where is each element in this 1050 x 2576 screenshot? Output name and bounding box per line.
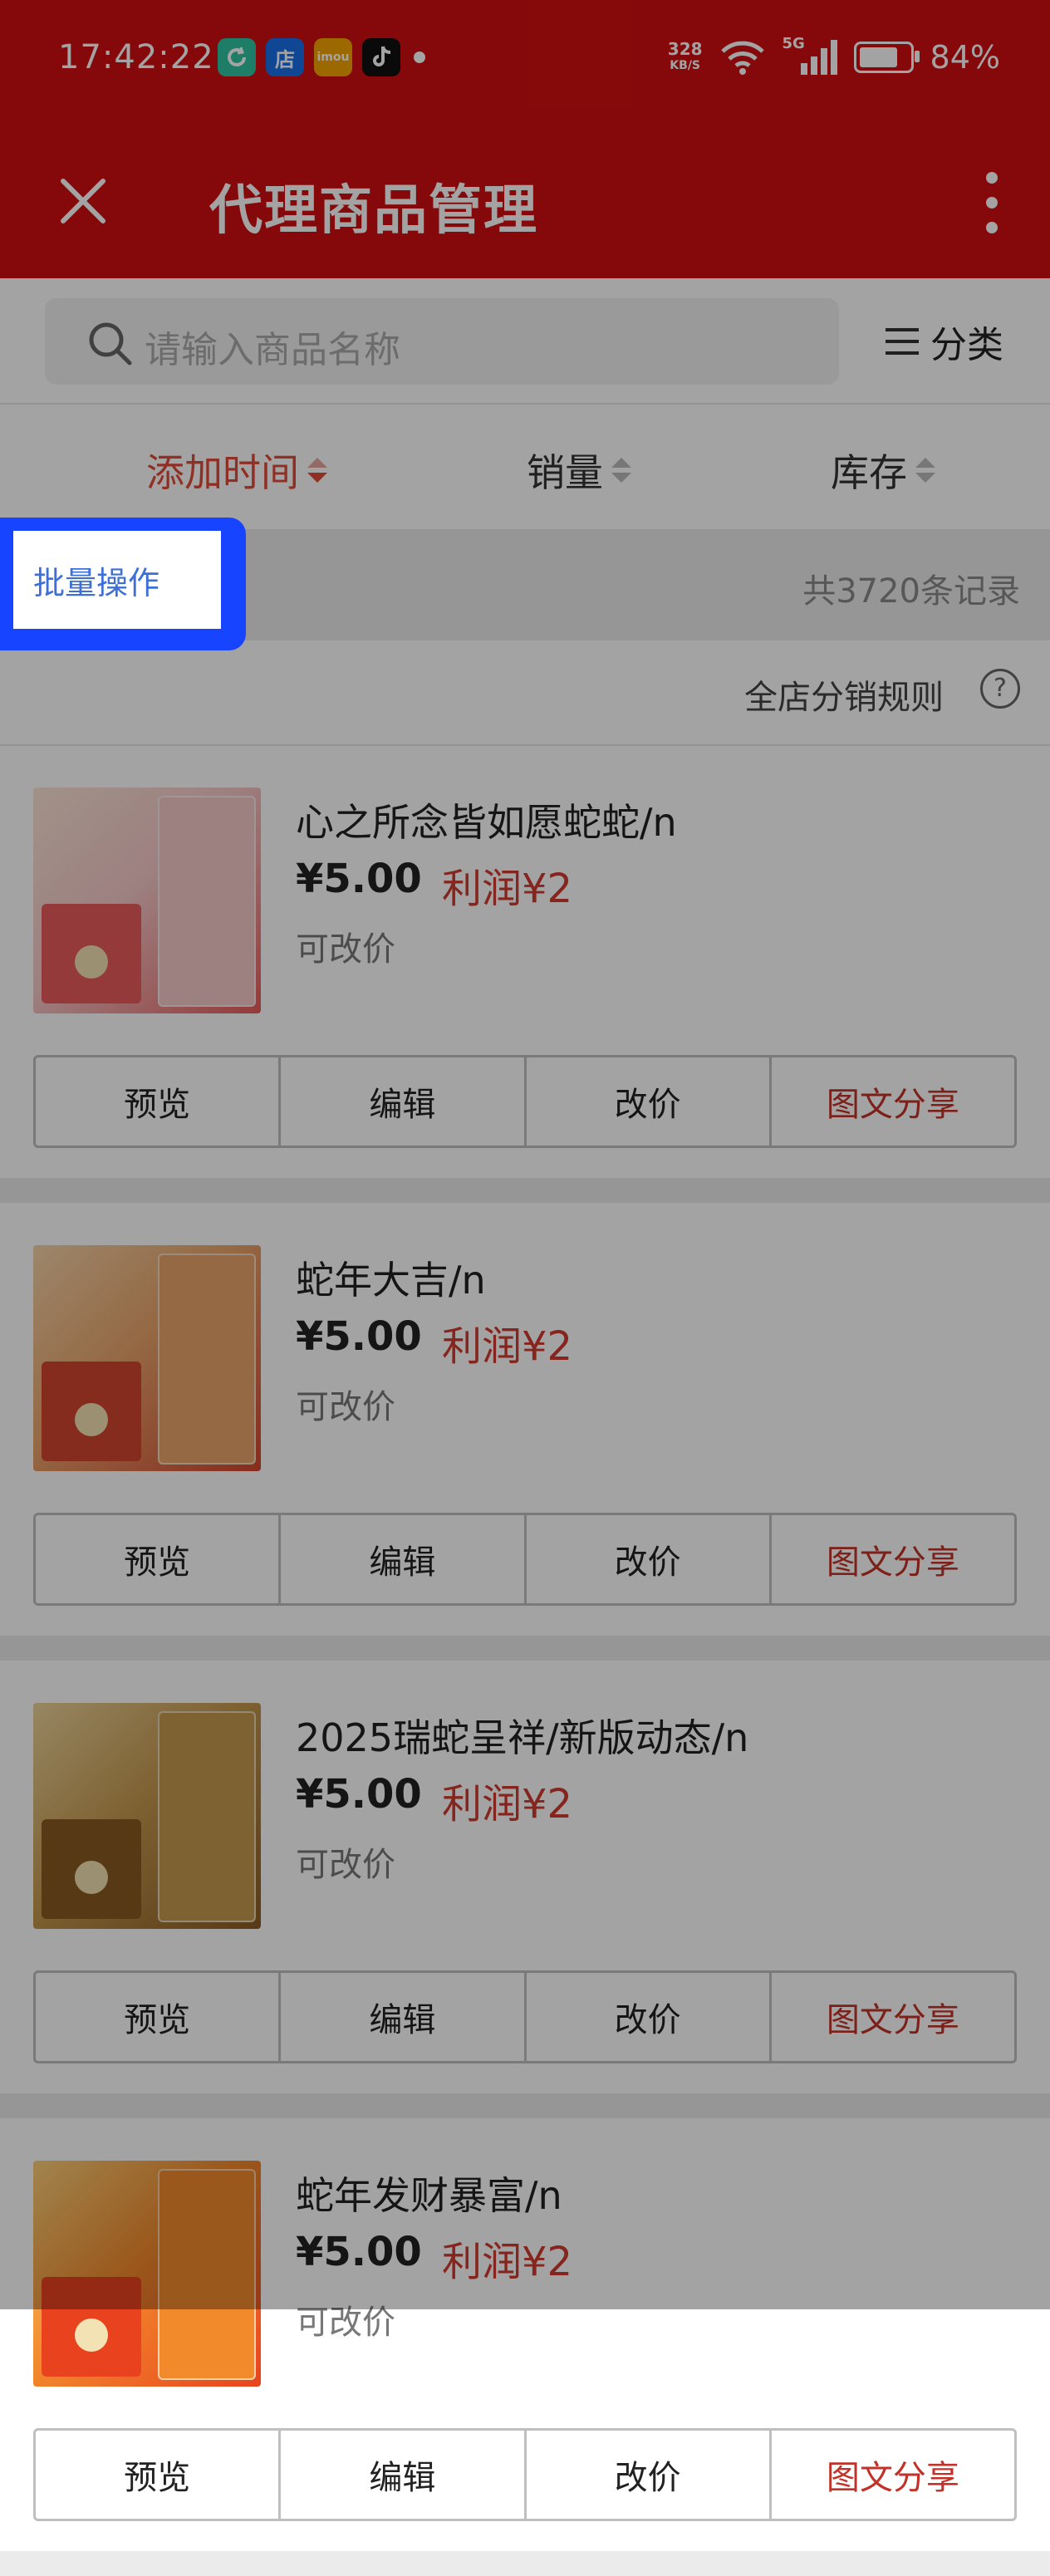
change-price-button[interactable]: 改价: [527, 2431, 772, 2519]
net-speed: 328 KB/S: [667, 39, 703, 72]
product-price: ¥5.00: [296, 856, 422, 902]
menu-list-icon: [886, 328, 919, 355]
sort-stock-label: 库存: [831, 450, 907, 495]
search-input[interactable]: 请输入商品名称: [45, 298, 839, 385]
product-profit: 利润¥2: [442, 2239, 573, 2285]
refresh-app-icon: [218, 38, 256, 76]
share-image-text-button[interactable]: 图文分享: [772, 1057, 1014, 1146]
change-price-button[interactable]: 改价: [527, 1515, 772, 1603]
more-notifications-dot: [414, 52, 425, 63]
system-icons: 328 KB/S 5G 84%: [667, 35, 1000, 76]
battery-icon: [853, 42, 920, 73]
product-thumbnail[interactable]: [33, 1703, 261, 1929]
product-profit: 利润¥2: [442, 866, 573, 912]
category-label: 分类: [930, 324, 1003, 366]
product-price: ¥5.00: [296, 2229, 422, 2275]
product-thumbnail[interactable]: [33, 788, 261, 1013]
more-vertical-icon[interactable]: [975, 169, 1008, 236]
search-icon: [89, 322, 132, 366]
product-price: ¥5.00: [296, 1313, 422, 1360]
product-profit: 利润¥2: [442, 1323, 573, 1370]
price-editable-note: 可改价: [296, 2304, 395, 2342]
sort-arrows-icon: [611, 458, 631, 483]
product-thumbnail[interactable]: [33, 2161, 261, 2387]
wifi-icon: [720, 41, 764, 75]
title-bar: 代理商品管理: [0, 125, 1050, 278]
product-actions: 预览 编辑 改价 图文分享: [33, 2428, 1017, 2521]
edit-button[interactable]: 编辑: [281, 2431, 527, 2519]
sort-row: 添加时间 销量 库存: [0, 405, 1050, 529]
product-title[interactable]: 2025瑞蛇呈祥/新版动态/n: [296, 1708, 748, 1763]
edit-button[interactable]: 编辑: [281, 1515, 527, 1603]
preview-button[interactable]: 预览: [36, 1057, 282, 1146]
batch-operation-highlight[interactable]: 批量操作: [0, 518, 246, 650]
sort-stock[interactable]: 库存: [831, 443, 935, 498]
share-image-text-button[interactable]: 图文分享: [772, 1515, 1014, 1603]
tiktok-app-icon: [362, 38, 400, 76]
product-card: 蛇年发财暴富/n ¥5.00 利润¥2 可改价 预览 编辑 改价 图文分享: [0, 2119, 1050, 2551]
preview-button[interactable]: 预览: [36, 1973, 282, 2061]
status-time: 17:42:22: [58, 38, 214, 76]
sort-arrows-icon: [915, 458, 935, 483]
product-actions: 预览 编辑 改价 图文分享: [33, 1513, 1017, 1606]
share-image-text-button[interactable]: 图文分享: [772, 1973, 1014, 2061]
change-price-button[interactable]: 改价: [527, 1973, 772, 2061]
card-separator: [0, 2093, 1050, 2118]
help-icon[interactable]: ?: [980, 669, 1020, 709]
edit-button[interactable]: 编辑: [281, 1973, 527, 2061]
card-separator: [0, 2551, 1050, 2576]
battery-percent: 84%: [930, 39, 1000, 76]
product-price: ¥5.00: [296, 1771, 422, 1818]
product-title[interactable]: 蛇年大吉/n: [296, 1250, 486, 1305]
distribution-rules-link[interactable]: 全店分销规则: [744, 670, 944, 719]
edit-button[interactable]: 编辑: [281, 1057, 527, 1146]
product-actions: 预览 编辑 改价 图文分享: [33, 1970, 1017, 2063]
product-title[interactable]: 心之所念皆如愿蛇蛇/n: [296, 792, 677, 847]
product-thumbnail[interactable]: [33, 1245, 261, 1471]
product-card: 蛇年大吉/n ¥5.00 利润¥2 可改价 预览 编辑 改价 图文分享: [0, 1204, 1050, 1636]
search-row: 请输入商品名称 分类: [0, 278, 1050, 405]
sort-arrows-icon: [307, 458, 327, 483]
sort-add-time[interactable]: 添加时间: [146, 443, 327, 498]
sort-sales-label: 销量: [527, 450, 603, 495]
preview-button[interactable]: 预览: [36, 1515, 282, 1603]
page-title: 代理商品管理: [209, 180, 538, 242]
product-title[interactable]: 蛇年发财暴富/n: [296, 2166, 562, 2220]
card-separator: [0, 1178, 1050, 1203]
share-image-text-button[interactable]: 图文分享: [772, 2431, 1014, 2519]
price-editable-note: 可改价: [296, 1388, 395, 1426]
sort-add-time-label: 添加时间: [146, 450, 299, 495]
change-price-button[interactable]: 改价: [527, 1057, 772, 1146]
store-app-icon: 店: [266, 38, 304, 76]
product-card: 2025瑞蛇呈祥/新版动态/n ¥5.00 利润¥2 可改价 预览 编辑 改价 …: [0, 1661, 1050, 2093]
search-placeholder: 请输入商品名称: [145, 329, 400, 371]
product-profit: 利润¥2: [442, 1781, 573, 1828]
category-button[interactable]: 分类: [884, 315, 1003, 368]
batch-operation-button[interactable]: 批量操作: [13, 531, 221, 629]
imou-app-icon: imou: [314, 38, 352, 76]
cellular-signal-icon: 5G: [783, 35, 837, 76]
close-icon[interactable]: [56, 174, 110, 228]
card-separator: [0, 1636, 1050, 1661]
price-editable-note: 可改价: [296, 930, 395, 969]
preview-button[interactable]: 预览: [36, 2431, 282, 2519]
notification-icons: 店 imou: [218, 38, 425, 76]
sort-sales[interactable]: 销量: [527, 443, 631, 498]
status-bar: 17:42:22 店 imou 328 KB/S 5G 84%: [0, 0, 1050, 125]
product-card: 心之所念皆如愿蛇蛇/n ¥5.00 利润¥2 可改价 预览 编辑 改价 图文分享: [0, 746, 1050, 1178]
rules-row: 全店分销规则 ?: [0, 640, 1050, 746]
record-count: 共3720条记录: [802, 572, 1020, 611]
price-editable-note: 可改价: [296, 1846, 395, 1884]
batch-operation-label: 批量操作: [33, 564, 160, 601]
product-actions: 预览 编辑 改价 图文分享: [33, 1055, 1017, 1148]
